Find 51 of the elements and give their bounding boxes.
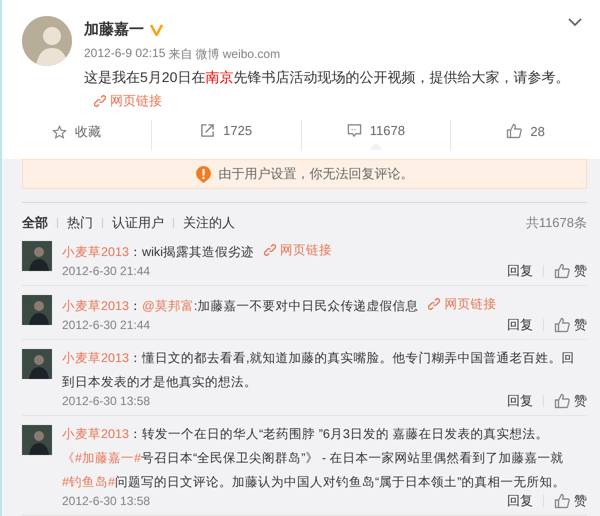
comment-text: 小麦草2013：wiki揭露其造假劣迹 网页链接 [62, 238, 587, 264]
thumbs-up-icon [506, 123, 522, 139]
filter-tab[interactable]: 热门 [67, 214, 93, 232]
like-button[interactable]: 赞 [554, 316, 587, 334]
repost-button[interactable]: 1725 [194, 120, 258, 150]
share-icon [200, 123, 216, 138]
thumbs-up-icon [554, 317, 570, 333]
avatar[interactable] [22, 349, 52, 379]
comment-time: 2012-6-30 13:58 [62, 494, 150, 508]
reply-link[interactable]: 回复 [507, 262, 533, 280]
reply-link[interactable]: 回复 [507, 392, 533, 410]
comment-button[interactable]: 11678 [340, 120, 411, 150]
comment-time: 2012-6-30 21:44 [62, 264, 150, 278]
avatar[interactable] [22, 295, 52, 325]
avatar[interactable] [22, 16, 72, 66]
comment-text: 小麦草2013：转发一个在日的华人“老药围脖 ”6月3日发的 嘉藤在日发表的真实想法。 《#加藤嘉一#号召日本“全民保卫尖阁群岛”》 - 在日本一家网站里偶然看到了加藤嘉一就 #钓鱼岛#问题写的日文评论。加藤认为中国人对钓鱼岛“属于日本领土”的真相一无所知。 [62, 426, 566, 491]
link-icon [94, 95, 106, 107]
source-label: 来自 [168, 46, 192, 63]
filter-tab[interactable]: 认证用户 [112, 214, 164, 232]
link-icon [264, 244, 276, 256]
source-link[interactable]: 微博 weibo.com [195, 46, 280, 63]
comment-time: 2012-6-30 13:58 [62, 394, 150, 408]
comment-text: 小麦草2013：懂日文的都去看看,就知道加藤的真实嘴脸。他专门糊弄中国普通老百姓。回到日本发表的才是他真实的想法。 [62, 350, 576, 391]
post-time: 2012-6-9 02:15 [84, 46, 166, 62]
link-icon [428, 298, 440, 310]
web-link[interactable]: 网页链接 [94, 92, 162, 110]
thumbs-up-icon [554, 493, 570, 509]
notice-text: 由于用户设置，你无法回复评论。 [218, 165, 414, 183]
post-text: 这是我在5月20日在南京先锋书店活动现场的公开视频，提供给大家，请参考。 [84, 69, 570, 87]
author-name[interactable]: 加藤嘉一 [84, 20, 144, 39]
thumbs-up-icon [554, 393, 570, 409]
comment-icon [346, 123, 362, 138]
reply-link[interactable]: 回复 [507, 316, 533, 334]
star-icon [52, 124, 67, 140]
comment-time: 2012-6-30 21:44 [62, 318, 150, 332]
like-button[interactable]: 赞 [554, 492, 587, 510]
favorite-button[interactable]: 收藏 [46, 120, 107, 153]
filter-tab[interactable]: 关注的人 [183, 214, 235, 232]
like-button[interactable]: 赞 [554, 262, 587, 280]
like-button[interactable]: 赞 [554, 392, 587, 410]
comment-count: 共11678条 [526, 214, 587, 232]
chevron-down-icon[interactable] [568, 18, 582, 26]
like-button[interactable]: 28 [500, 120, 551, 151]
avatar[interactable] [22, 425, 52, 455]
reply-link[interactable]: 回复 [507, 492, 533, 510]
thumbs-up-icon [554, 263, 570, 279]
comment-text: 小麦草2013：@莫邦富:加藤嘉一不要对中日民众传递虚假信息 网页链接 [62, 292, 587, 318]
exclamation-icon [196, 166, 210, 182]
keyword-link[interactable]: 南京 [205, 69, 234, 85]
filter-tab[interactable]: 全部 [22, 214, 48, 232]
avatar[interactable] [22, 241, 52, 271]
